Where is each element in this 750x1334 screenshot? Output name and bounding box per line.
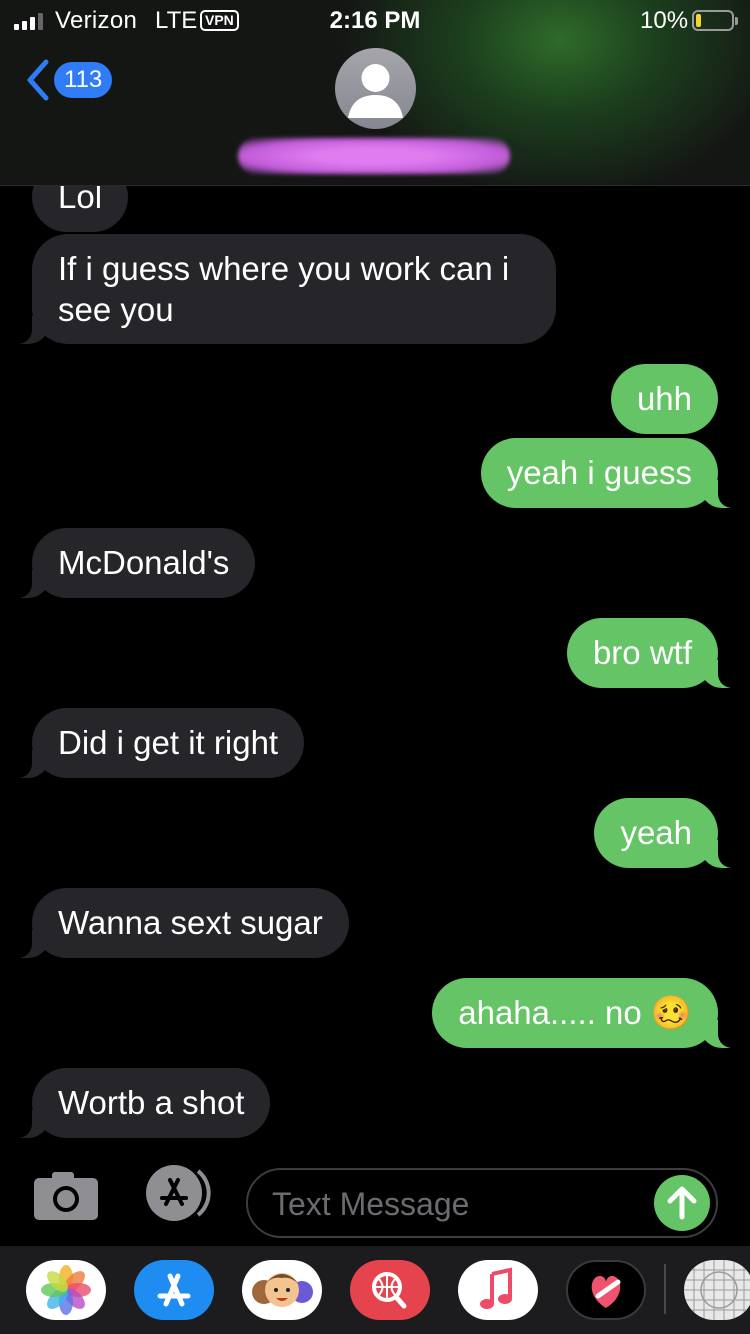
- digital-touch-app-icon[interactable]: [566, 1260, 646, 1320]
- camera-icon[interactable]: [34, 1170, 98, 1220]
- contact-name-redacted[interactable]: [238, 138, 510, 174]
- web-search-app-icon[interactable]: [350, 1260, 430, 1320]
- message-field: [246, 1168, 718, 1238]
- unread-count-badge: 113: [54, 62, 113, 98]
- message-bubble-received[interactable]: If i guess where you work can i see you: [10, 234, 556, 344]
- clock: 2:16 PM: [329, 7, 421, 34]
- message-text: ahaha..... no 🥴: [458, 994, 692, 1031]
- memoji-app-icon[interactable]: [242, 1260, 322, 1320]
- compose-bar: [0, 1156, 750, 1246]
- message-bubble-received[interactable]: Wanna sext sugar: [10, 888, 349, 958]
- status-bar: Verizon LTE VPN 2:16 PM 10%: [0, 0, 750, 40]
- drawer-divider: [664, 1264, 666, 1314]
- message-input[interactable]: [272, 1182, 652, 1226]
- message-text: yeah: [620, 814, 692, 851]
- message-bubble-received[interactable]: Wortb a shot: [9, 1068, 271, 1138]
- message-text: Lol: [58, 186, 103, 215]
- message-thread[interactable]: Lol If i guess where you work can i see …: [0, 186, 750, 1156]
- message-text: Wortb a shot: [58, 1084, 245, 1121]
- message-text: Did i get it right: [58, 724, 279, 761]
- message-text: yeah i guess: [506, 454, 692, 491]
- music-app-icon[interactable]: [458, 1260, 538, 1320]
- message-bubble-received[interactable]: Lol: [32, 186, 129, 232]
- chevron-left-icon: [27, 59, 49, 101]
- message-text: If i guess where you work can i see you: [58, 250, 510, 328]
- grid-app-icon[interactable]: [684, 1260, 750, 1320]
- send-button[interactable]: [654, 1175, 710, 1231]
- message-bubble-received[interactable]: McDonald's: [9, 528, 256, 598]
- app-store-app-icon[interactable]: [134, 1260, 214, 1320]
- message-text: McDonald's: [58, 544, 230, 581]
- message-bubble-sent[interactable]: bro wtf: [566, 618, 741, 688]
- arrow-up-icon: [667, 1186, 697, 1220]
- message-text: bro wtf: [592, 634, 692, 671]
- app-store-icon[interactable]: [140, 1164, 212, 1222]
- person-silhouette-icon: [348, 64, 403, 118]
- message-bubble-sent[interactable]: ahaha..... no 🥴: [432, 978, 740, 1048]
- back-button[interactable]: 113: [24, 58, 113, 102]
- battery-percent: 10%: [640, 7, 689, 34]
- message-bubble-sent[interactable]: uhh: [610, 364, 718, 434]
- message-bubble-sent[interactable]: yeah i guess: [480, 438, 741, 508]
- photos-app-icon[interactable]: [26, 1260, 106, 1320]
- message-bubble-received[interactable]: Did i get it right: [9, 708, 305, 778]
- message-bubble-sent[interactable]: yeah: [594, 798, 740, 868]
- message-text: Wanna sext sugar: [58, 904, 323, 941]
- conversation-header: Verizon LTE VPN 2:16 PM 10% 113: [0, 0, 750, 186]
- imessage-app-drawer: [0, 1246, 750, 1334]
- message-text: uhh: [636, 380, 692, 417]
- battery-icon: [692, 10, 738, 31]
- contact-avatar[interactable]: [335, 48, 416, 129]
